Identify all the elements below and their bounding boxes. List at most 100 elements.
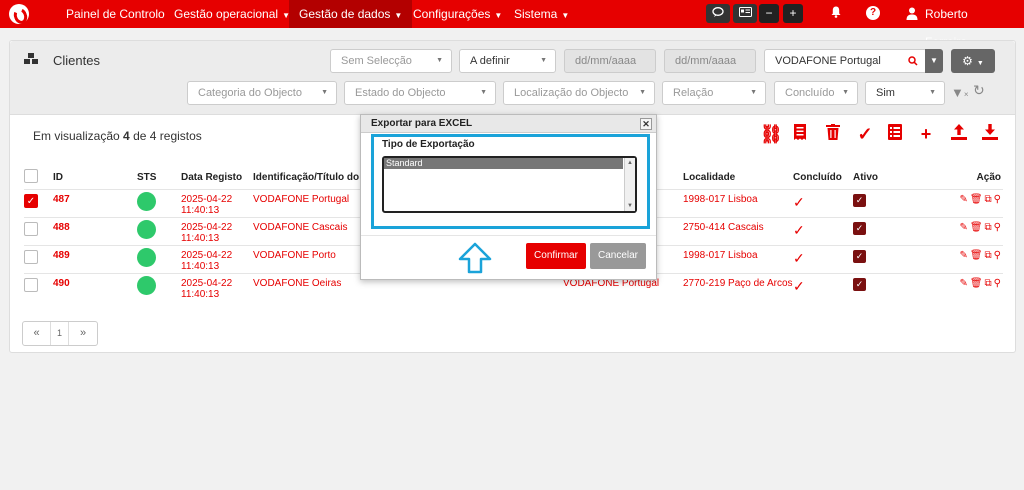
category-select[interactable]: Categoria do Objecto ▼ — [187, 81, 337, 105]
count-shown: 4 — [123, 129, 130, 143]
column-header-locality[interactable]: Localidade — [683, 167, 793, 189]
selection-select[interactable]: Sem Selecção ▼ — [330, 49, 452, 73]
user-menu[interactable]: Roberto Ferreira▼ — [925, 0, 1024, 49]
column-header-date[interactable]: Data Registo — [181, 167, 253, 189]
active-checkbox[interactable]: ✓ — [853, 249, 866, 263]
confirm-button[interactable]: Confirmar — [526, 243, 586, 269]
dialog-divider — [361, 235, 656, 236]
dropdown-arrow-icon: ▼ — [750, 89, 757, 96]
search-options-button[interactable]: ▼ — [925, 49, 943, 73]
status-dot — [137, 275, 156, 295]
concluded-select[interactable]: Concluído ▼ — [774, 81, 858, 105]
row-action-icons[interactable]: ✎🗑⧉⚲ — [959, 194, 1003, 205]
nav-configuracoes[interactable]: Configurações ▼ — [413, 0, 502, 28]
receipt-icon[interactable] — [789, 123, 811, 145]
bell-icon[interactable] — [831, 6, 841, 18]
select-all-header[interactable] — [24, 167, 53, 189]
minus-icon: − — [765, 6, 773, 20]
row-date: 2025-04-22 11:40:13 — [181, 188, 253, 217]
trash-glyph — [826, 124, 840, 140]
location-select[interactable]: Localização do Objecto ▼ — [503, 81, 655, 105]
caret-down-icon: ▼ — [394, 11, 403, 20]
search-icon[interactable] — [908, 56, 918, 66]
row-date-day: 2025-04-22 — [181, 249, 233, 261]
column-header-action: Ação — [976, 172, 1001, 184]
nav-painel-controlo[interactable]: Painel de Controlo — [66, 0, 165, 28]
check-icon[interactable]: ✓ — [854, 123, 876, 145]
state-select[interactable]: Estado do Objecto ▼ — [344, 81, 496, 105]
trash-icon[interactable] — [822, 123, 844, 145]
nav-label: Painel de Controlo — [66, 7, 165, 21]
upload-icon[interactable] — [948, 123, 970, 145]
select-all-checkbox[interactable] — [24, 169, 38, 184]
scroll-down-icon[interactable]: ▼ — [627, 203, 633, 209]
nav-label: Gestão operacional — [174, 7, 279, 21]
clear-filter-icon[interactable]: ▼× — [951, 85, 969, 100]
pager-first-button[interactable]: « — [23, 322, 51, 345]
list-icon[interactable] — [884, 123, 906, 145]
nav-sistema[interactable]: Sistema ▼ — [514, 0, 569, 28]
row-checkbox[interactable] — [24, 249, 38, 264]
select-value: Sem Selecção — [341, 55, 412, 67]
row-action-icons[interactable]: ✎🗑⧉⚲ — [959, 278, 1003, 289]
search-input[interactable]: VODAFONE Portugal — [764, 49, 927, 73]
chat-button[interactable] — [706, 4, 730, 23]
active-checkbox[interactable]: ✓ — [853, 193, 866, 207]
refresh-icon[interactable]: ↻ — [973, 82, 985, 99]
nav-label: Configurações — [413, 7, 491, 21]
export-type-listbox[interactable]: Standard ▲ ▼ — [382, 156, 637, 213]
dropdown-arrow-icon: ▼ — [639, 89, 646, 96]
link-icon[interactable]: ⛓ — [760, 123, 783, 145]
row-action-icons[interactable]: ✎🗑⧉⚲ — [959, 250, 1003, 261]
filter-bar: Clientes Sem Selecção ▼ A definir ▼ dd/mm/… — [10, 41, 1015, 115]
yes-select[interactable]: Sim ▼ — [865, 81, 945, 105]
help-icon[interactable]: ? — [866, 6, 880, 20]
row-id: 490 — [53, 272, 137, 301]
date-from-input[interactable]: dd/mm/aaaa — [564, 49, 656, 73]
settings-button[interactable]: ⚙ ▼ — [951, 49, 995, 73]
row-checkbox[interactable] — [24, 221, 38, 236]
row-date-time: 11:40:13 — [181, 232, 220, 244]
row-date-day: 2025-04-22 — [181, 221, 233, 233]
zoom-out-button[interactable]: − — [759, 4, 779, 23]
zoom-in-button[interactable]: + — [783, 4, 803, 23]
date-placeholder: dd/mm/aaaa — [575, 55, 637, 67]
pager-last-button[interactable]: » — [69, 322, 97, 345]
upload-glyph — [951, 124, 967, 140]
column-header-concluded[interactable]: Concluído — [793, 167, 853, 189]
row-checkbox[interactable] — [24, 277, 38, 292]
nav-gestao-operacional[interactable]: Gestão operacional ▼ — [174, 0, 290, 28]
row-action-icons[interactable]: ✎🗑⧉⚲ — [959, 222, 1003, 233]
nav-label: Gestão de dados — [299, 7, 391, 21]
row-date: 2025-04-22 11:40:13 — [181, 272, 253, 301]
close-icon[interactable]: ✕ — [640, 118, 652, 130]
add-icon[interactable]: + — [915, 123, 937, 145]
export-option-standard[interactable]: Standard — [384, 158, 623, 169]
concluded-check-icon: ✓ — [793, 249, 805, 266]
cancel-button[interactable]: Cancelar — [590, 243, 646, 269]
id-card-button[interactable] — [733, 4, 757, 23]
active-checkbox[interactable]: ✓ — [853, 221, 866, 235]
date-placeholder: dd/mm/aaaa — [675, 55, 737, 67]
listbox-scrollbar[interactable]: ▲ ▼ — [624, 158, 635, 211]
nav-gestao-dados[interactable]: Gestão de dados ▼ — [289, 0, 413, 28]
vodafone-logo[interactable] — [9, 4, 29, 24]
column-header-active[interactable]: Ativo — [853, 167, 903, 189]
export-type-label: Tipo de Exportação — [382, 139, 475, 150]
row-id: 489 — [53, 244, 137, 273]
chat-icon — [712, 7, 724, 17]
plus-icon: + — [789, 6, 797, 20]
select-value: Categoria do Objecto — [198, 87, 302, 99]
user-icon — [906, 7, 918, 20]
scroll-up-icon[interactable]: ▲ — [627, 160, 633, 166]
pager-page-1[interactable]: 1 — [51, 322, 69, 345]
date-to-input[interactable]: dd/mm/aaaa — [664, 49, 756, 73]
row-date-time: 11:40:13 — [181, 260, 220, 272]
define-select[interactable]: A definir ▼ — [459, 49, 556, 73]
column-header-id[interactable]: ID — [53, 167, 137, 189]
download-icon[interactable] — [979, 123, 1001, 145]
column-header-sts[interactable]: STS — [137, 167, 181, 189]
active-checkbox[interactable]: ✓ — [853, 277, 866, 291]
row-checkbox[interactable]: ✓ — [24, 193, 38, 208]
relation-select[interactable]: Relação ▼ — [662, 81, 766, 105]
